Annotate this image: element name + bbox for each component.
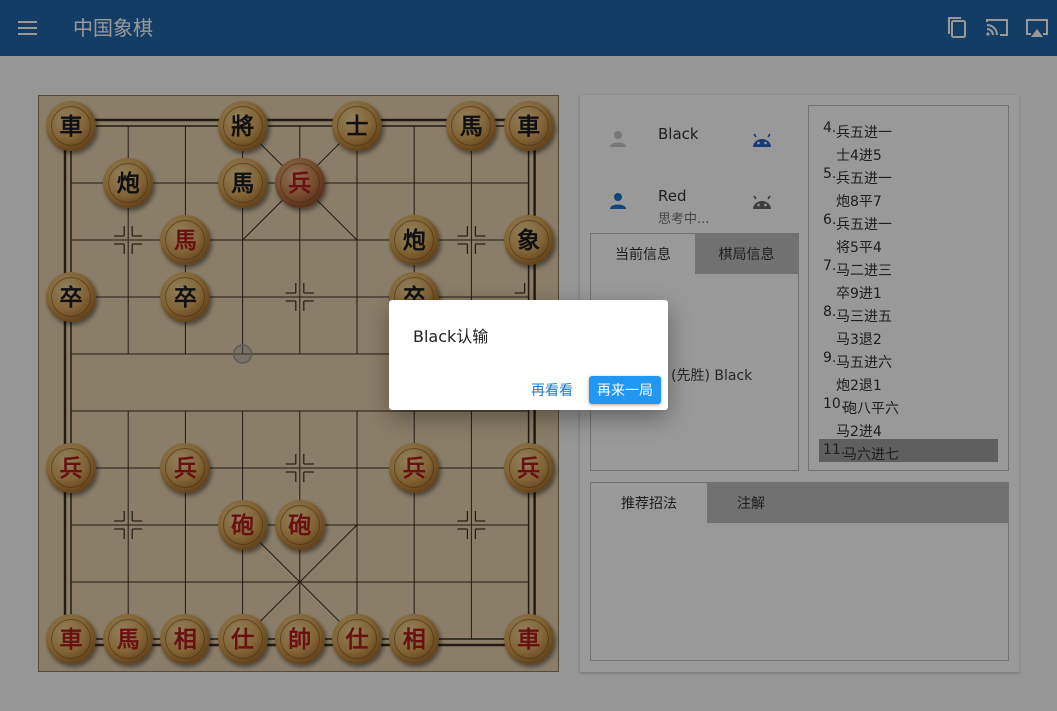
new-game-button[interactable]: 再来一局 (589, 376, 661, 404)
resign-dialog: Black认输 再看看 再来一局 (389, 300, 668, 410)
review-button[interactable]: 再看看 (525, 376, 579, 404)
dialog-message: Black认输 (413, 327, 489, 346)
